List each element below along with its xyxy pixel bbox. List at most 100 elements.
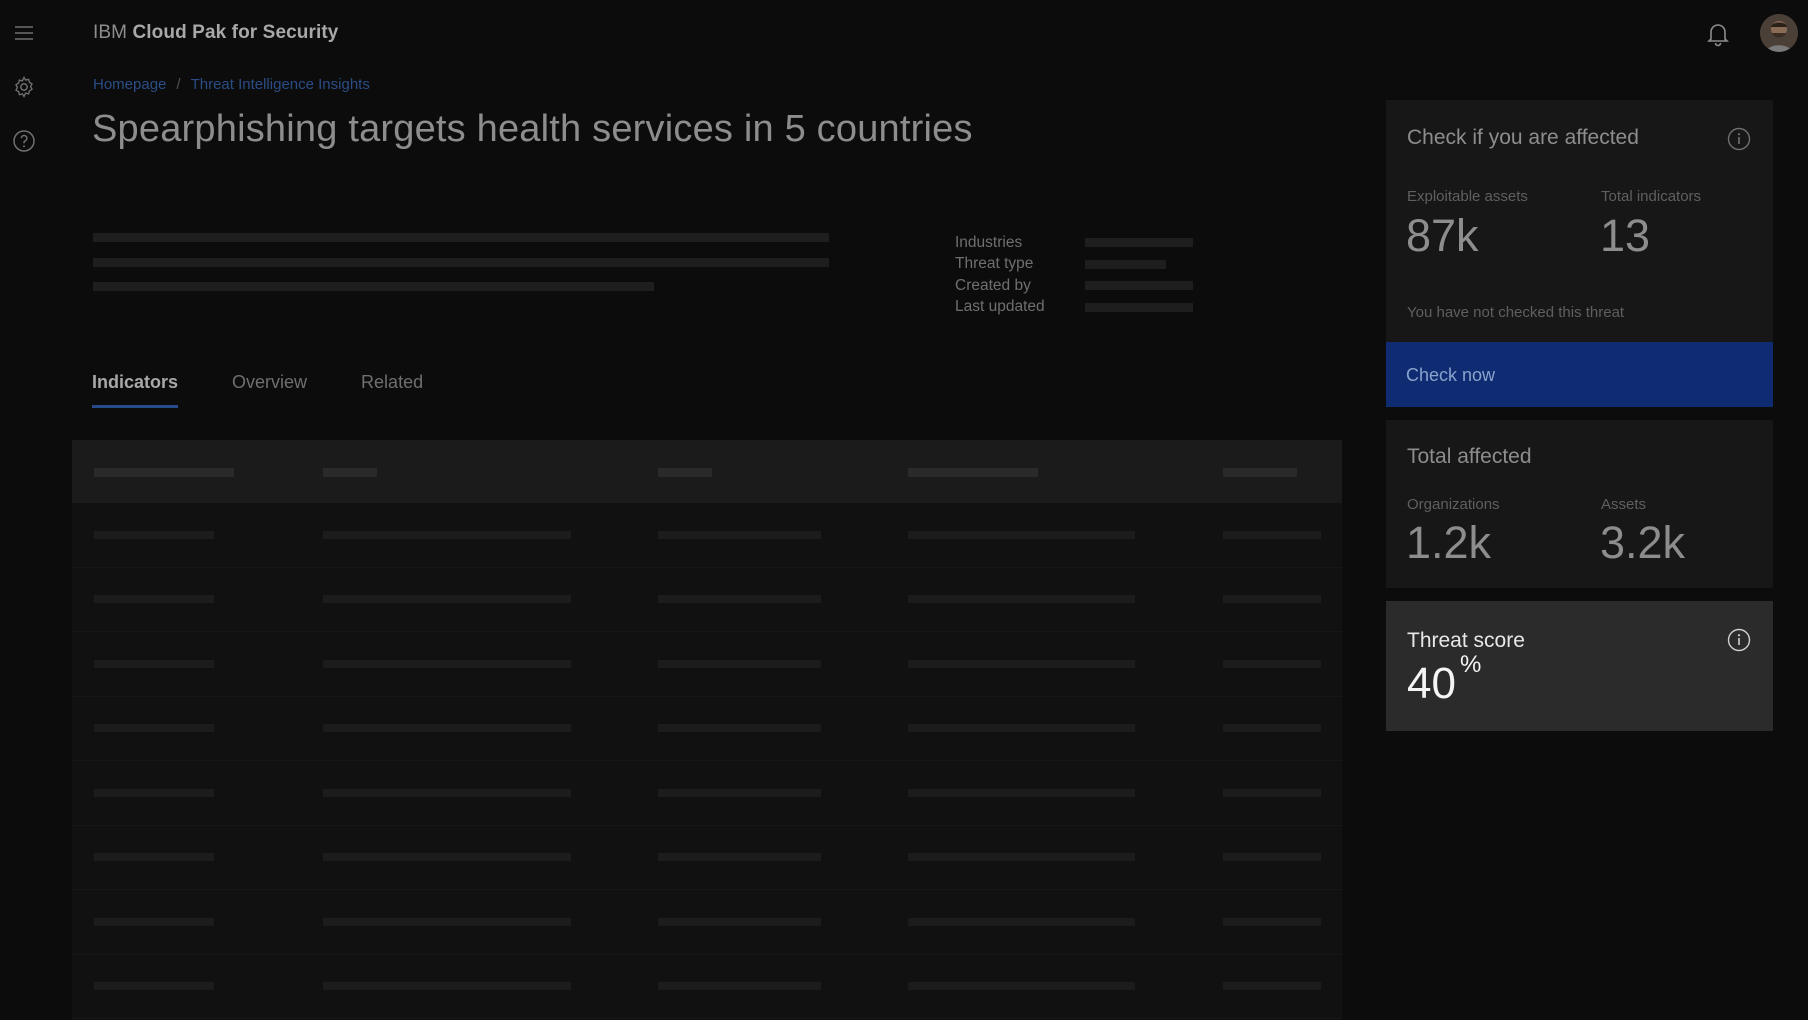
help-icon[interactable] bbox=[10, 127, 38, 155]
brand-name: Cloud Pak for Security bbox=[132, 22, 339, 43]
header-skeleton bbox=[658, 467, 712, 477]
cell-skeleton bbox=[94, 659, 214, 668]
header-skeleton bbox=[1223, 467, 1297, 477]
cell-skeleton bbox=[658, 982, 821, 991]
cell-skeleton bbox=[94, 917, 214, 926]
cell-skeleton bbox=[323, 595, 571, 604]
top-header: IBM Cloud Pak for Security bbox=[48, 0, 1808, 66]
threat-score-title: Threat score bbox=[1407, 629, 1525, 652]
cell-skeleton bbox=[908, 982, 1135, 991]
cell-skeleton bbox=[323, 853, 571, 862]
meta-label: Threat type bbox=[955, 255, 1034, 273]
indicators-table-skeleton bbox=[72, 440, 1342, 1020]
assets-value: 3.2k bbox=[1600, 517, 1686, 568]
table-row bbox=[72, 568, 1342, 632]
cell-skeleton bbox=[1223, 595, 1321, 604]
cell-skeleton bbox=[658, 659, 821, 668]
cell-skeleton bbox=[323, 982, 571, 991]
check-status-note: You have not checked this threat bbox=[1407, 304, 1625, 321]
meta-label: Last updated bbox=[955, 298, 1045, 316]
panel-title: Total affected bbox=[1407, 445, 1532, 468]
breadcrumb: Homepage / Threat Intelligence Insights bbox=[93, 76, 370, 93]
breadcrumb-threat-intelligence[interactable]: Threat Intelligence Insights bbox=[191, 76, 370, 93]
cell-skeleton bbox=[1223, 724, 1321, 733]
cell-skeleton bbox=[658, 530, 821, 539]
avatar[interactable] bbox=[1760, 14, 1798, 52]
exploitable-assets-label: Exploitable assets bbox=[1407, 188, 1528, 205]
info-icon[interactable] bbox=[1727, 628, 1751, 652]
cell-skeleton bbox=[94, 853, 214, 862]
tab-indicators[interactable]: Indicators bbox=[92, 372, 179, 408]
cell-skeleton bbox=[1223, 659, 1321, 668]
exploitable-assets-value: 87k bbox=[1406, 210, 1479, 261]
tab-related[interactable]: Related bbox=[361, 372, 423, 408]
cell-skeleton bbox=[323, 917, 571, 926]
table-row bbox=[72, 632, 1342, 697]
page-title: Spearphishing targets health services in… bbox=[92, 108, 973, 150]
cell-skeleton bbox=[94, 724, 214, 733]
cell-skeleton bbox=[908, 530, 1135, 539]
cell-skeleton bbox=[658, 724, 821, 733]
meta-row-threat-type: Threat type bbox=[955, 254, 1193, 276]
cell-skeleton bbox=[658, 853, 821, 862]
cell-skeleton bbox=[94, 530, 214, 539]
meta-row-created-by: Created by bbox=[955, 275, 1193, 297]
meta-value-skeleton bbox=[1085, 259, 1166, 269]
breadcrumb-separator: / bbox=[176, 76, 181, 93]
tab-list: Indicators Overview Related bbox=[92, 372, 477, 408]
left-rail bbox=[0, 0, 48, 1020]
total-affected-panel: Total affected Organizations 1.2k Assets… bbox=[1386, 420, 1773, 588]
meta-row-industries: Industries bbox=[955, 232, 1193, 254]
cell-skeleton bbox=[94, 788, 214, 797]
gear-icon[interactable] bbox=[10, 73, 38, 101]
cell-skeleton bbox=[908, 724, 1135, 733]
table-row bbox=[72, 826, 1342, 890]
check-now-button[interactable]: Check now bbox=[1386, 342, 1773, 407]
threat-score-unit: % bbox=[1459, 651, 1482, 678]
header-skeleton bbox=[94, 467, 234, 477]
meta-row-last-updated: Last updated bbox=[955, 297, 1193, 319]
cell-skeleton bbox=[323, 659, 571, 668]
app-brand[interactable]: IBM Cloud Pak for Security bbox=[93, 22, 338, 44]
cell-skeleton bbox=[658, 788, 821, 797]
table-row bbox=[72, 697, 1342, 761]
cell-skeleton bbox=[1223, 530, 1321, 539]
app-shell: IBM Cloud Pak for Security Homepage / Th… bbox=[0, 0, 1808, 1020]
cell-skeleton bbox=[908, 659, 1135, 668]
cell-skeleton bbox=[1223, 917, 1321, 926]
threat-score-panel: Threat score 40% bbox=[1386, 601, 1773, 731]
header-skeleton bbox=[908, 467, 1038, 477]
cell-skeleton bbox=[908, 788, 1135, 797]
threat-score-number: 40 bbox=[1407, 659, 1456, 708]
panel-title: Check if you are affected bbox=[1407, 126, 1639, 149]
meta-label: Created by bbox=[955, 276, 1031, 294]
menu-icon[interactable] bbox=[10, 19, 38, 47]
cell-skeleton bbox=[908, 595, 1135, 604]
cell-skeleton bbox=[1223, 788, 1321, 797]
brand-prefix: IBM bbox=[93, 22, 128, 43]
header-skeleton bbox=[323, 467, 377, 477]
organizations-value: 1.2k bbox=[1406, 517, 1492, 568]
cell-skeleton bbox=[323, 724, 571, 733]
cell-skeleton bbox=[658, 595, 821, 604]
description-skeleton-line bbox=[93, 233, 829, 242]
table-header bbox=[72, 440, 1342, 503]
info-icon[interactable] bbox=[1727, 127, 1751, 151]
cell-skeleton bbox=[1223, 853, 1321, 862]
cell-skeleton bbox=[94, 595, 214, 604]
organizations-label: Organizations bbox=[1407, 496, 1500, 513]
table-row bbox=[72, 890, 1342, 955]
cell-skeleton bbox=[658, 917, 821, 926]
table-row bbox=[72, 761, 1342, 826]
assets-label: Assets bbox=[1601, 496, 1647, 513]
cell-skeleton bbox=[908, 853, 1135, 862]
breadcrumb-homepage[interactable]: Homepage bbox=[93, 76, 166, 93]
meta-value-skeleton bbox=[1085, 281, 1193, 291]
tab-overview[interactable]: Overview bbox=[232, 372, 307, 408]
description-skeleton-line bbox=[93, 258, 829, 267]
meta-value-skeleton bbox=[1085, 302, 1193, 312]
bell-icon[interactable] bbox=[1704, 20, 1732, 48]
total-indicators-value: 13 bbox=[1600, 210, 1651, 261]
table-row bbox=[72, 955, 1342, 1019]
threat-score-value: 40% bbox=[1407, 651, 1481, 709]
